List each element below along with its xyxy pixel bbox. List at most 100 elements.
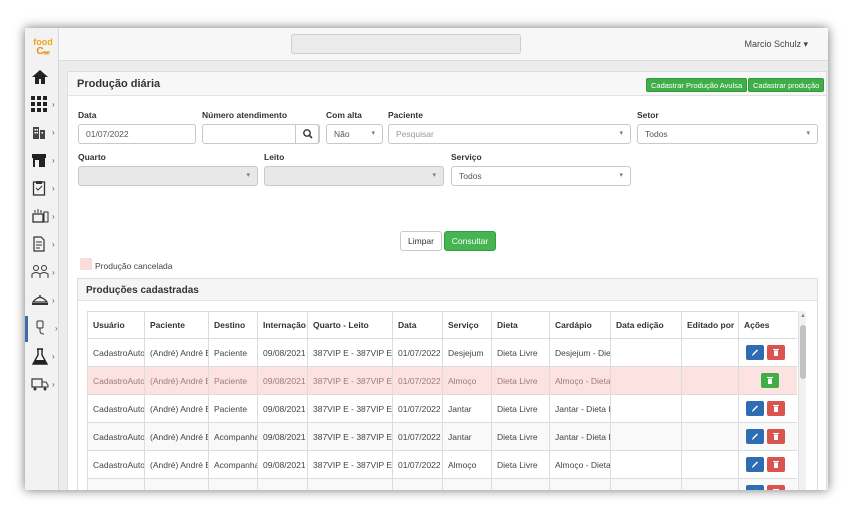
col-data-edicao[interactable]: Data edição — [610, 311, 682, 339]
cell-data-edicao — [610, 450, 682, 479]
producoes-table: Usuário Paciente Destino Internação Quar… — [87, 311, 797, 490]
delete-button[interactable] — [767, 345, 785, 360]
sidebar-item-store[interactable]: › — [25, 148, 59, 174]
col-servico[interactable]: Serviço — [442, 311, 492, 339]
cell-internacao: 09/08/2021 — [257, 478, 308, 490]
paciente-select[interactable]: Pesquisar ▾ — [388, 124, 631, 144]
limpar-button[interactable]: Limpar — [400, 231, 442, 251]
data-field-value: 01/07/2022 — [86, 129, 129, 139]
global-search-input[interactable] — [291, 34, 521, 54]
store-icon — [32, 154, 46, 167]
chevron-right-icon: › — [52, 296, 55, 305]
col-quarto-leito[interactable]: Quarto - Leito — [307, 311, 393, 339]
edit-button[interactable] — [746, 485, 764, 490]
producoes-panel: Produções cadastradas Usuário Paciente D… — [77, 278, 818, 490]
people-icon — [31, 265, 49, 278]
app-logo[interactable]: food Cₐₑ — [29, 38, 57, 57]
sidebar-item-home[interactable] — [25, 64, 59, 90]
trash-icon — [773, 405, 779, 412]
delete-button[interactable] — [767, 457, 785, 472]
delete-button[interactable] — [767, 429, 785, 444]
cell-acoes — [738, 366, 797, 395]
sidebar-item-apps[interactable]: › — [25, 92, 59, 118]
cell-internacao: 09/08/2021 — [257, 366, 308, 395]
sidebar-item-cooking[interactable]: › — [25, 204, 59, 230]
cell-data-edicao — [610, 422, 682, 451]
servico-label: Serviço — [451, 152, 482, 162]
table-row[interactable]: CadastroAuto (André) André B Acompanhant… — [87, 450, 797, 479]
building-icon — [33, 127, 45, 139]
table-row[interactable]: CadastroAuto (André) André B Paciente 09… — [87, 338, 797, 367]
com-alta-select[interactable]: Não ▾ — [326, 124, 383, 144]
cell-editado-por — [681, 394, 739, 423]
clipboard-icon — [32, 181, 46, 196]
cell-internacao: 09/08/2021 — [257, 338, 308, 367]
col-editado-por[interactable]: Editado por — [681, 311, 739, 339]
sidebar-item-people[interactable]: › — [25, 260, 59, 286]
cell-cardapio: Desjejum - Dieta Livre — [549, 338, 611, 367]
table-scrollbar[interactable]: ▲ — [798, 311, 806, 490]
consultar-button[interactable]: Consultar — [444, 231, 496, 251]
cell-editado-por — [681, 478, 739, 490]
chevron-right-icon: › — [55, 324, 58, 333]
col-paciente[interactable]: Paciente — [144, 311, 209, 339]
cadastrar-avulsa-button[interactable]: Cadastrar Produção Avulsa — [646, 78, 748, 92]
table-row[interactable]: CadastroAuto (André) André B Paciente 09… — [87, 366, 797, 395]
sidebar-item-iv-drip[interactable]: › — [25, 316, 59, 342]
sidebar-item-food-tray[interactable]: › — [25, 288, 59, 314]
scroll-up-arrow-icon[interactable]: ▲ — [800, 313, 806, 319]
cell-acoes — [738, 394, 797, 423]
sidebar-item-clipboard[interactable]: › — [25, 176, 59, 202]
col-dieta[interactable]: Dieta — [491, 311, 550, 339]
cell-usuario: CadastroAuto — [87, 478, 145, 490]
delete-button[interactable] — [767, 485, 785, 490]
chevron-down-icon: ▾ — [806, 130, 810, 137]
cell-quarto: 387VIP E - 387VIP E — [307, 478, 393, 490]
edit-button[interactable] — [746, 345, 764, 360]
quarto-label: Quarto — [78, 152, 106, 162]
leito-select[interactable]: ▾ — [264, 166, 444, 186]
table-row[interactable]: CadastroAuto (André) André B Acompanhant… — [87, 478, 797, 490]
col-usuario[interactable]: Usuário — [87, 311, 145, 339]
cell-data: 01/07/2022 — [392, 450, 443, 479]
pencil-icon — [752, 349, 758, 356]
scrollbar-thumb[interactable] — [800, 325, 806, 379]
cell-data: 01/07/2022 — [392, 422, 443, 451]
table-row[interactable]: CadastroAuto (André) André B Acompanhant… — [87, 422, 797, 451]
trash-icon — [773, 489, 779, 490]
cell-destino: Acompanhante — [208, 478, 258, 490]
setor-select[interactable]: Todos ▾ — [637, 124, 818, 144]
col-internacao[interactable]: Internação — [257, 311, 308, 339]
cadastrar-producao-button[interactable]: Cadastrar produção — [748, 78, 825, 92]
edit-button[interactable] — [746, 401, 764, 416]
edit-button[interactable] — [746, 429, 764, 444]
food-tray-icon — [31, 295, 49, 305]
col-destino[interactable]: Destino — [208, 311, 258, 339]
data-field[interactable]: 01/07/2022 — [78, 124, 196, 144]
sidebar-item-truck[interactable]: › — [25, 372, 59, 398]
sidebar: food Cₐₑ › › › › › › › › › › › — [25, 28, 59, 490]
top-bar: Marcio Schulz ▾ — [59, 28, 828, 61]
cell-usuario: CadastroAuto — [87, 450, 145, 479]
sidebar-item-building[interactable]: › — [25, 120, 59, 146]
sidebar-item-flask[interactable]: › — [25, 344, 59, 370]
edit-button[interactable] — [746, 457, 764, 472]
cell-internacao: 09/08/2021 — [257, 422, 308, 451]
cell-paciente: (André) André B — [144, 338, 209, 367]
atendimento-input[interactable] — [202, 124, 320, 144]
col-data[interactable]: Data — [392, 311, 443, 339]
quarto-select[interactable]: ▾ — [78, 166, 258, 186]
search-button[interactable] — [295, 124, 319, 144]
servico-select[interactable]: Todos ▾ — [451, 166, 631, 186]
setor-value: Todos — [645, 129, 668, 139]
user-menu[interactable]: Marcio Schulz ▾ — [744, 39, 808, 50]
sidebar-item-document[interactable]: › — [25, 232, 59, 258]
cell-cardapio: Jantar - Dieta Livre — [549, 422, 611, 451]
cell-data-edicao — [610, 394, 682, 423]
col-cardapio[interactable]: Cardápio — [549, 311, 611, 339]
delete-button[interactable] — [767, 401, 785, 416]
restore-button[interactable] — [761, 373, 779, 388]
table-row[interactable]: CadastroAuto (André) André B Paciente 09… — [87, 394, 797, 423]
paciente-placeholder: Pesquisar — [396, 129, 434, 139]
cell-editado-por — [681, 338, 739, 367]
